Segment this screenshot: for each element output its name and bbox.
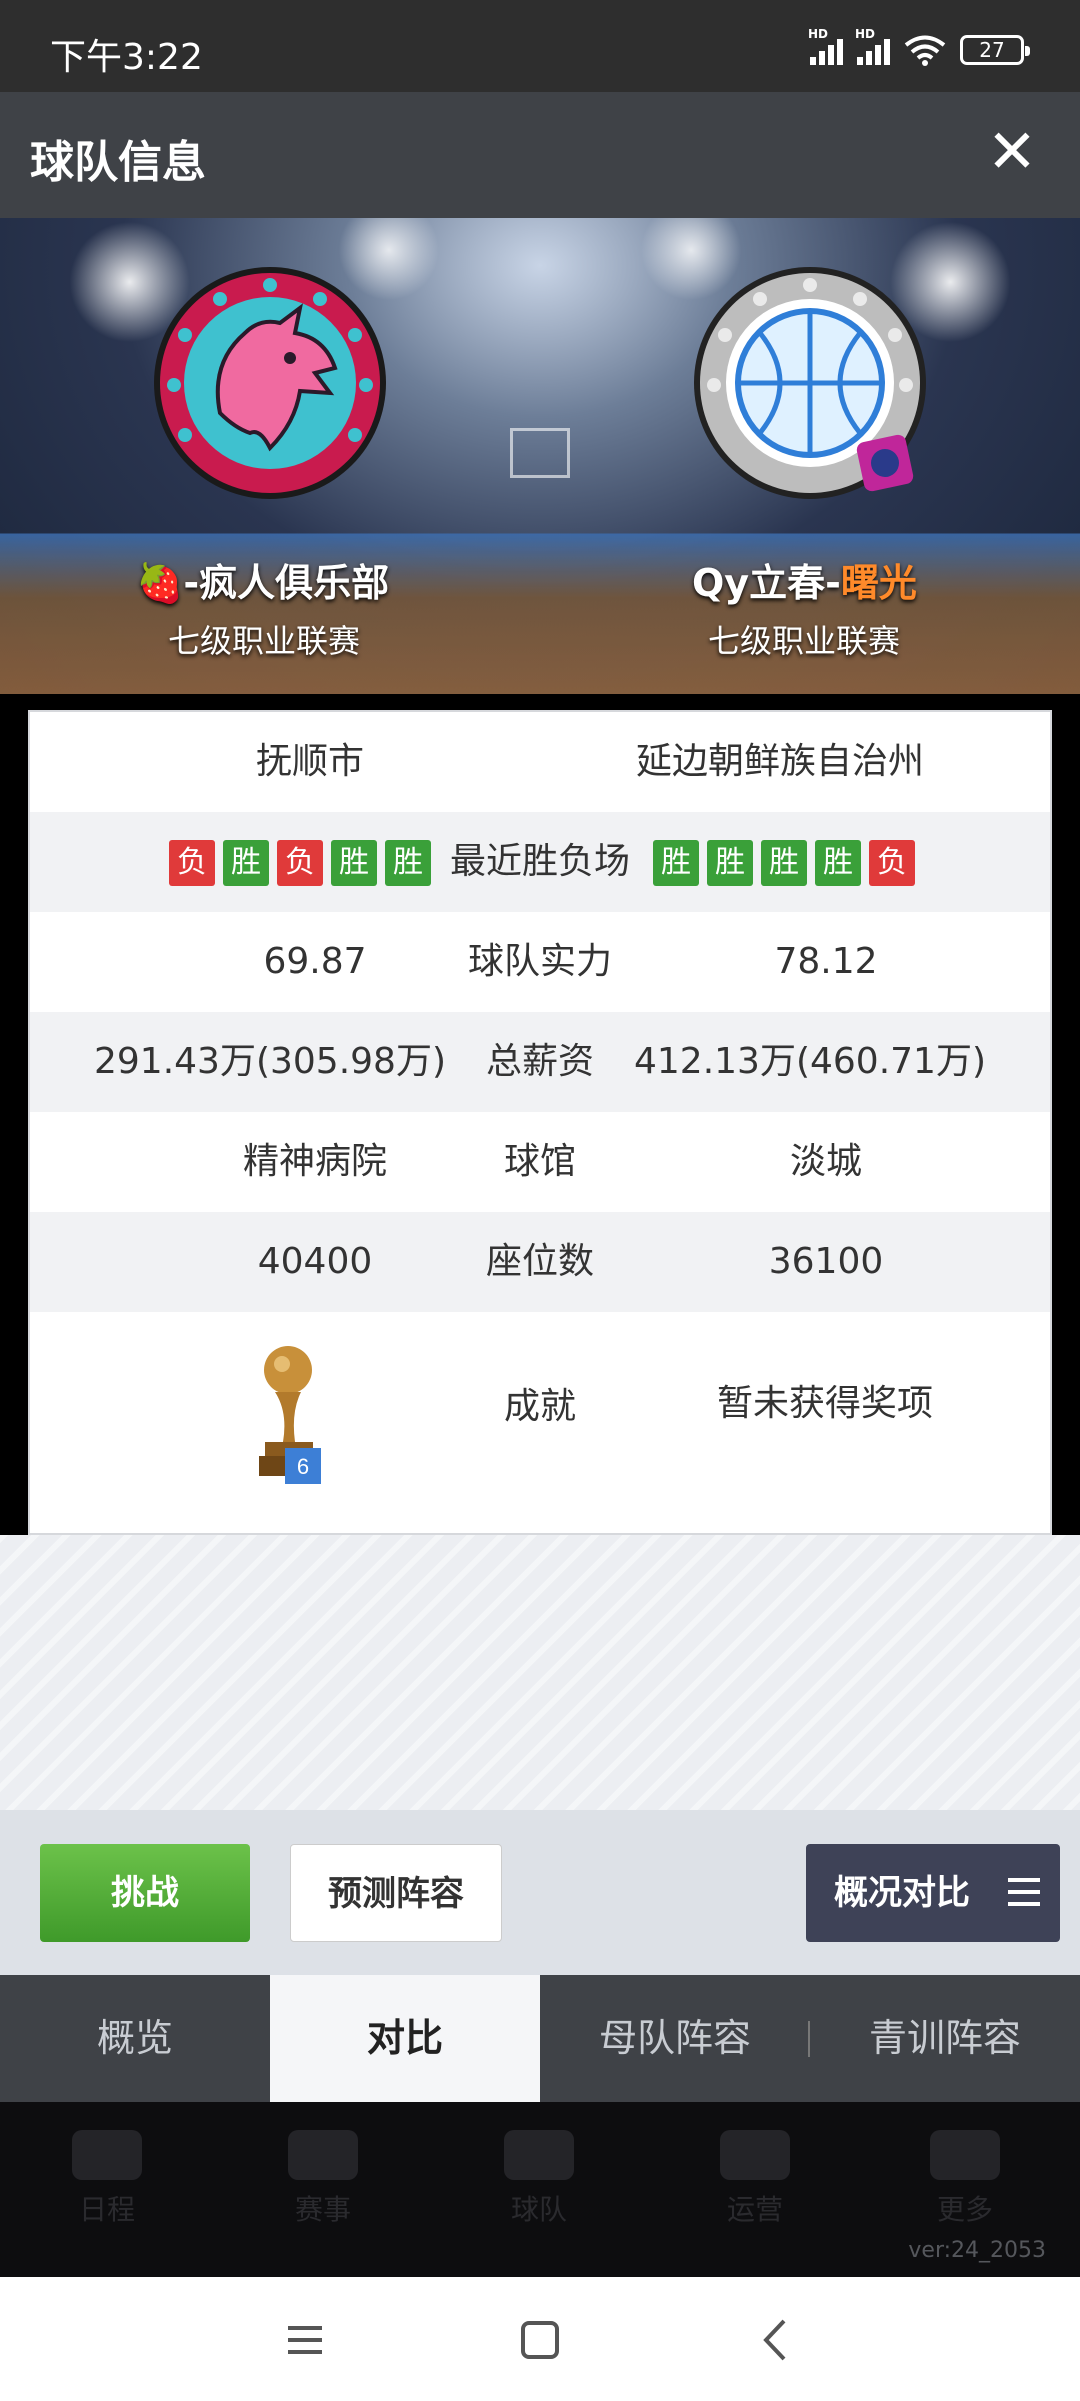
close-button[interactable]: ✕ xyxy=(982,122,1042,182)
record-badge: 胜 xyxy=(653,840,699,886)
left-seats: 40400 xyxy=(257,1241,373,1282)
right-recent-record: 胜胜胜胜负 xyxy=(624,812,944,912)
team-banner: 🍓-疯人俱乐部 七级职业联赛 Qy立春-曙光 七级职业联赛 xyxy=(0,218,1080,694)
predict-lineup-button[interactable]: 预测阵容 xyxy=(290,1844,502,1942)
hd-tag: HD xyxy=(808,27,829,41)
more-icon xyxy=(930,2130,1000,2180)
background-dock: 日程 赛事 球队 运营 更多 ver:24_2053 xyxy=(0,2102,1080,2277)
right-strength: 78.12 xyxy=(774,941,878,982)
content-background xyxy=(0,1535,1080,1810)
battery-icon: 27 xyxy=(960,35,1030,65)
city-row: 抚顺市 延边朝鲜族自治州 xyxy=(30,712,1050,812)
left-strength: 69.87 xyxy=(263,941,367,982)
status-icons: HD HD 27 xyxy=(808,27,1030,66)
seats-row: 40400 座位数 36100 xyxy=(30,1212,1050,1312)
record-badge: 负 xyxy=(169,840,215,886)
right-city: 延边朝鲜族自治州 xyxy=(635,741,924,782)
left-team-league: 七级职业联赛 xyxy=(168,622,361,660)
left-team-name[interactable]: 🍓-疯人俱乐部 xyxy=(136,552,389,607)
trophy-count: 6 xyxy=(297,1454,309,1479)
recent-record-row: 负胜负胜胜 最近胜负场 胜胜胜胜负 xyxy=(30,812,1050,912)
right-team-name-accent: 曙光 xyxy=(840,561,917,605)
tab-youth-roster[interactable]: 青训阵容 xyxy=(810,1975,1080,2102)
right-salary: 412.13万(460.71万) xyxy=(633,1041,987,1082)
schedule-icon xyxy=(72,2130,142,2180)
arena-label: 球馆 xyxy=(503,1141,576,1182)
status-time: 下午3:22 xyxy=(50,37,203,78)
cellular-signal-icon: HD xyxy=(855,27,890,65)
dock-item-schedule: 日程 xyxy=(62,2130,152,2228)
status-bar: 下午3:22 HD HD 27 xyxy=(0,0,1080,92)
system-nav-bar xyxy=(0,2277,1080,2401)
strength-label: 球队实力 xyxy=(467,941,612,982)
record-badge: 胜 xyxy=(331,840,377,886)
hd-tag: HD xyxy=(855,27,876,41)
team-icon xyxy=(504,2130,574,2180)
home-icon[interactable] xyxy=(515,2315,565,2365)
version-label: ver:24_2053 xyxy=(908,2238,1046,2263)
right-team-league: 七级职业联赛 xyxy=(708,622,901,660)
back-icon[interactable] xyxy=(752,2315,802,2365)
hoop-backboard xyxy=(510,428,570,478)
right-team-name[interactable]: Qy立春-曙光 xyxy=(692,552,917,607)
strawberry-icon: 🍓 xyxy=(136,561,184,605)
salary-row: 291.43万(305.98万) 总薪资 412.13万(460.71万) xyxy=(30,1012,1050,1112)
achievements-label: 成就 xyxy=(503,1386,576,1427)
title-bar: 球队信息 ✕ xyxy=(0,92,1080,218)
dock-item-team: 球队 xyxy=(494,2130,584,2228)
tab-bar: 概览 对比 母队阵容 青训阵容 xyxy=(0,1975,1080,2102)
overview-compare-label: 概况对比 xyxy=(834,1873,970,1913)
cellular-signal-icon: HD xyxy=(808,27,843,65)
record-badge: 胜 xyxy=(707,840,753,886)
overview-compare-button[interactable]: 概况对比 xyxy=(806,1844,1060,1942)
arena-row: 精神病院 球馆 淡城 xyxy=(30,1112,1050,1212)
basketball-team-logo[interactable] xyxy=(690,263,930,503)
record-badge: 负 xyxy=(277,840,323,886)
strength-row: 69.87 球队实力 78.12 xyxy=(30,912,1050,1012)
tab-overview[interactable]: 概览 xyxy=(0,1975,270,2102)
seats-label: 座位数 xyxy=(485,1241,594,1282)
salary-label: 总薪资 xyxy=(485,1041,594,1082)
left-arena: 精神病院 xyxy=(242,1141,387,1182)
dock-item-operations: 运营 xyxy=(710,2130,800,2228)
left-team-name-text: -疯人俱乐部 xyxy=(183,561,390,605)
challenge-button[interactable]: 挑战 xyxy=(40,1844,250,1942)
record-badge: 胜 xyxy=(815,840,861,886)
right-team-name-main: Qy立春- xyxy=(692,561,841,605)
right-arena: 淡城 xyxy=(789,1141,862,1182)
dock-item-more: 更多 xyxy=(920,2130,1010,2228)
wifi-icon xyxy=(904,35,946,66)
action-bar: 挑战 预测阵容 概况对比 xyxy=(0,1810,1080,1975)
page-title: 球队信息 xyxy=(30,137,206,188)
record-badge: 胜 xyxy=(761,840,807,886)
operations-icon xyxy=(720,2130,790,2180)
left-salary: 291.43万(305.98万) xyxy=(93,1041,447,1082)
trophy-icon xyxy=(288,2130,358,2180)
achievements-row: 6 成就 暂未获得奖项 xyxy=(30,1312,1050,1532)
dragon-team-logo[interactable] xyxy=(150,263,390,503)
recent-apps-icon[interactable] xyxy=(280,2315,330,2365)
record-badge: 负 xyxy=(869,840,915,886)
right-achievements: 暂未获得奖项 xyxy=(716,1383,933,1424)
tab-parent-roster[interactable]: 母队阵容 xyxy=(540,1975,810,2102)
left-city: 抚顺市 xyxy=(255,741,364,782)
left-recent-record: 负胜负胜胜 xyxy=(140,812,460,912)
tab-compare[interactable]: 对比 xyxy=(270,1975,540,2102)
trophy-icon[interactable]: 6 xyxy=(255,1342,345,1492)
recent-record-label: 最近胜负场 xyxy=(449,841,630,882)
record-badge: 胜 xyxy=(385,840,431,886)
comparison-table: 抚顺市 延边朝鲜族自治州 负胜负胜胜 最近胜负场 胜胜胜胜负 69.87 球队实… xyxy=(28,710,1052,1535)
right-seats: 36100 xyxy=(768,1241,884,1282)
dock-item-events: 赛事 xyxy=(278,2130,368,2228)
menu-icon xyxy=(1008,1878,1040,1908)
record-badge: 胜 xyxy=(223,840,269,886)
